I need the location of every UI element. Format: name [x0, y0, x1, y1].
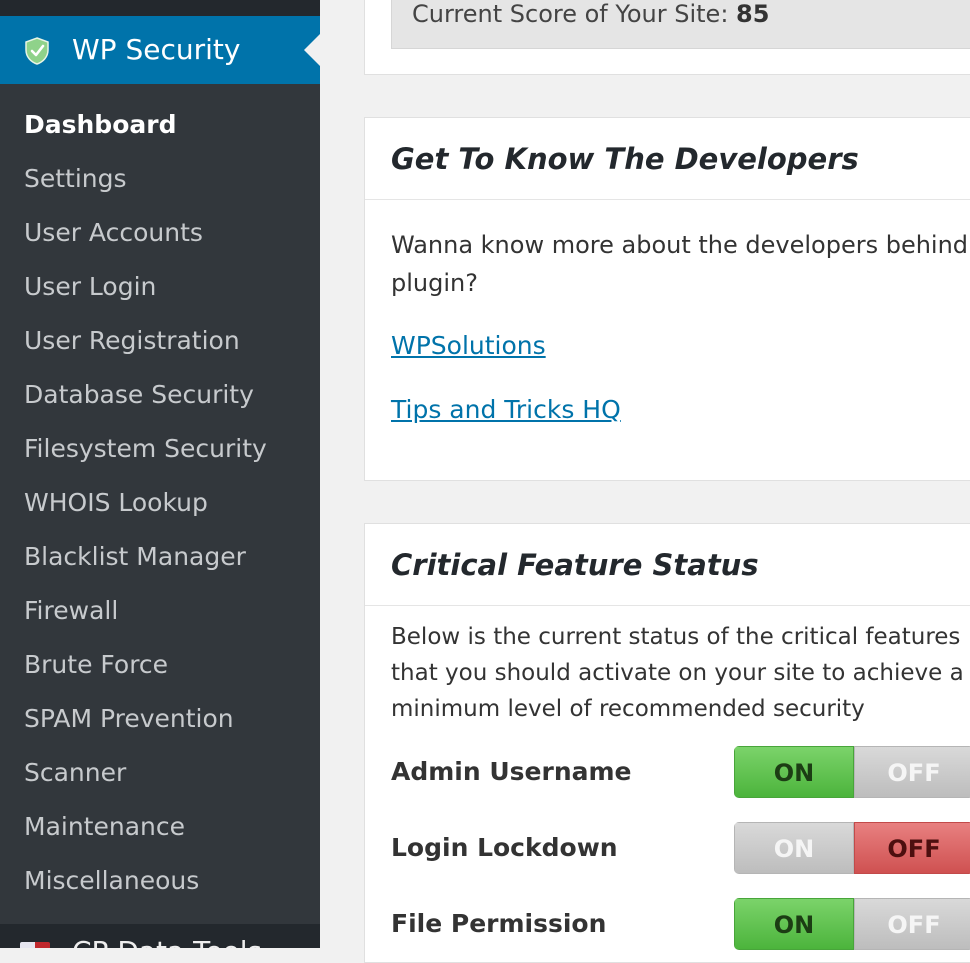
- critical-features-panel: Critical Feature Status Below is the cur…: [364, 523, 970, 963]
- submenu-item-user-accounts[interactable]: User Accounts: [0, 206, 320, 260]
- submenu-item-miscellaneous[interactable]: Miscellaneous: [0, 854, 320, 908]
- critical-features-panel-title: Critical Feature Status: [391, 548, 759, 582]
- submenu-item-brute-force[interactable]: Brute Force: [0, 638, 320, 692]
- submenu-item-settings[interactable]: Settings: [0, 152, 320, 206]
- submenu-item-blacklist-manager[interactable]: Blacklist Manager: [0, 530, 320, 584]
- submenu-item-firewall[interactable]: Firewall: [0, 584, 320, 638]
- active-menu-notch: [304, 34, 320, 66]
- critical-features-panel-header: Critical Feature Status: [365, 524, 970, 606]
- admin-sidebar: WP Security Dashboard Settings User Acco…: [0, 0, 320, 948]
- submenu-item-whois-lookup[interactable]: WHOIS Lookup: [0, 476, 320, 530]
- critical-features-description: Below is the current status of the criti…: [391, 619, 970, 727]
- toggle-off-button[interactable]: OFF: [854, 898, 970, 950]
- submenu-item-user-registration[interactable]: User Registration: [0, 314, 320, 368]
- score-box: Current Score of Your Site: 85: [391, 0, 970, 49]
- submenu-item-dashboard[interactable]: Dashboard: [0, 98, 320, 152]
- submenu-item-user-login[interactable]: User Login: [0, 260, 320, 314]
- developers-panel-title: Get To Know The Developers: [391, 142, 859, 176]
- feature-toggle[interactable]: ON OFF: [734, 746, 970, 798]
- toggle-off-button[interactable]: OFF: [854, 746, 970, 798]
- link-wpsolutions[interactable]: WPSolutions: [391, 330, 546, 362]
- submenu-item-maintenance[interactable]: Maintenance: [0, 800, 320, 854]
- critical-features-description-line: minimum level of recommended security: [391, 696, 865, 722]
- toggle-off-button[interactable]: OFF: [854, 822, 970, 874]
- score-panel: Current Score of Your Site: 85: [364, 0, 970, 75]
- feature-row-file-permission: File Permission ON OFF: [391, 898, 970, 950]
- menu-wp-security[interactable]: WP Security: [0, 16, 320, 84]
- feature-toggle[interactable]: ON OFF: [734, 898, 970, 950]
- menu-next-item[interactable]: CP Data Tools: [0, 924, 320, 948]
- developers-description-line: Wanna know more about the developers beh…: [391, 231, 969, 259]
- score-value: 85: [736, 0, 770, 28]
- submenu-item-spam-prevention[interactable]: SPAM Prevention: [0, 692, 320, 746]
- developers-description-line: plugin?: [391, 269, 478, 297]
- feature-label: Login Lockdown: [391, 833, 618, 862]
- feature-row-admin-username: Admin Username ON OFF: [391, 746, 970, 798]
- feature-label: Admin Username: [391, 757, 632, 786]
- developers-panel-header: Get To Know The Developers: [365, 118, 970, 200]
- wp-security-submenu: Dashboard Settings User Accounts User Lo…: [0, 98, 320, 908]
- developers-description: Wanna know more about the developers beh…: [391, 226, 970, 302]
- submenu-item-database-security[interactable]: Database Security: [0, 368, 320, 422]
- critical-features-description-line: that you should activate on your site to…: [391, 660, 964, 686]
- feature-toggle[interactable]: ON OFF: [734, 822, 970, 874]
- score-text: Current Score of Your Site: 85: [412, 0, 769, 28]
- score-label: Current Score of Your Site:: [412, 0, 729, 28]
- feature-row-login-lockdown: Login Lockdown ON OFF: [391, 822, 970, 874]
- feature-label: File Permission: [391, 909, 607, 938]
- critical-features-description-line: Below is the current status of the criti…: [391, 624, 961, 650]
- shield-icon: [25, 37, 49, 65]
- toggle-on-button[interactable]: ON: [734, 746, 854, 798]
- submenu-item-scanner[interactable]: Scanner: [0, 746, 320, 800]
- menu-wp-security-label: WP Security: [72, 33, 241, 66]
- submenu-item-filesystem-security[interactable]: Filesystem Security: [0, 422, 320, 476]
- toggle-on-button[interactable]: ON: [734, 822, 854, 874]
- menu-next-item-label: CP Data Tools: [72, 934, 262, 948]
- flag-icon: [20, 942, 50, 948]
- sidebar-top-strip: [0, 0, 320, 16]
- link-tips-and-tricks-hq[interactable]: Tips and Tricks HQ: [391, 394, 621, 426]
- developers-panel: Get To Know The Developers Wanna know mo…: [364, 117, 970, 481]
- toggle-on-button[interactable]: ON: [734, 898, 854, 950]
